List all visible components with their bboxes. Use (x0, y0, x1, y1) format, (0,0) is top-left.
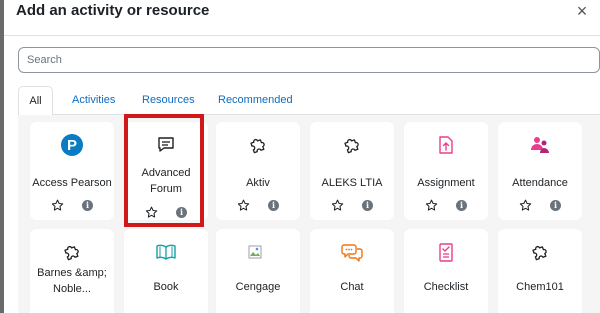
svg-text:P: P (67, 137, 77, 154)
module-card-aktiv[interactable]: Aktiv i (216, 122, 300, 220)
tab-activities[interactable]: Activities (72, 86, 115, 115)
info-icon[interactable]: i (550, 200, 561, 211)
info-icon[interactable]: i (362, 200, 373, 211)
info-icon[interactable]: i (268, 200, 279, 211)
activity-chooser-dialog: Add an activity or resource × All Activi… (4, 0, 600, 313)
module-name: Checklist (423, 281, 469, 293)
star-icon[interactable] (425, 199, 438, 212)
puzzle-icon (30, 241, 114, 263)
puzzle-icon (498, 241, 582, 263)
module-actions: i (404, 199, 488, 212)
module-card-barnes-noble[interactable]: Barnes &amp; Noble... (30, 229, 114, 313)
tab-recommended[interactable]: Recommended (218, 86, 293, 115)
star-icon[interactable] (51, 199, 64, 212)
module-grid: P Access Pearson i Advanced Forum i Akti… (18, 115, 600, 313)
module-name: Attendance (512, 177, 568, 189)
module-name: Assignment (417, 177, 475, 189)
module-card-book[interactable]: Book (124, 229, 208, 313)
puzzle-icon (310, 134, 394, 156)
module-name: Access Pearson (32, 177, 112, 189)
module-name: Book (153, 281, 179, 293)
module-card-aleks-ltia[interactable]: ALEKS LTIA i (310, 122, 394, 220)
star-icon[interactable] (237, 199, 250, 212)
puzzle-icon (216, 134, 300, 156)
pearson-logo-icon: P (30, 134, 114, 156)
tab-bar: All Activities Resources Recommended (18, 86, 600, 116)
module-name: Barnes &amp; Noble... (37, 267, 107, 295)
module-card-attendance[interactable]: Attendance i (498, 122, 582, 220)
star-icon[interactable] (331, 199, 344, 212)
module-actions: i (498, 199, 582, 212)
tab-all[interactable]: All (18, 86, 53, 116)
module-card-cengage[interactable]: Cengage (216, 229, 300, 313)
module-name: Chat (340, 281, 364, 293)
search-input[interactable] (19, 48, 599, 72)
broken-image-icon (216, 241, 300, 263)
module-card-assignment[interactable]: Assignment i (404, 122, 488, 220)
module-name: Cengage (235, 281, 281, 293)
module-card-chat[interactable]: Chat (310, 229, 394, 313)
tab-resources[interactable]: Resources (142, 86, 195, 115)
dialog-header: Add an activity or resource × (4, 0, 600, 36)
close-icon[interactable]: × (574, 2, 590, 20)
assignment-icon (404, 134, 488, 156)
chat-icon (310, 241, 394, 263)
module-card-checklist[interactable]: Checklist (404, 229, 488, 313)
star-icon[interactable] (519, 199, 532, 212)
module-card-access-pearson[interactable]: P Access Pearson i (30, 122, 114, 220)
module-name: Chem101 (516, 281, 564, 293)
highlight-box (124, 114, 204, 227)
info-icon[interactable]: i (82, 200, 93, 211)
dialog-title: Add an activity or resource (16, 2, 210, 19)
module-name: ALEKS LTIA (321, 177, 383, 189)
attendance-icon (498, 134, 582, 156)
module-name: Aktiv (246, 177, 270, 189)
module-actions: i (30, 199, 114, 212)
module-actions: i (310, 199, 394, 212)
module-actions: i (216, 199, 300, 212)
book-icon (124, 241, 208, 263)
search-field[interactable] (18, 47, 600, 73)
module-card-chem101[interactable]: Chem101 (498, 229, 582, 313)
checklist-icon (404, 241, 488, 263)
info-icon[interactable]: i (456, 200, 467, 211)
